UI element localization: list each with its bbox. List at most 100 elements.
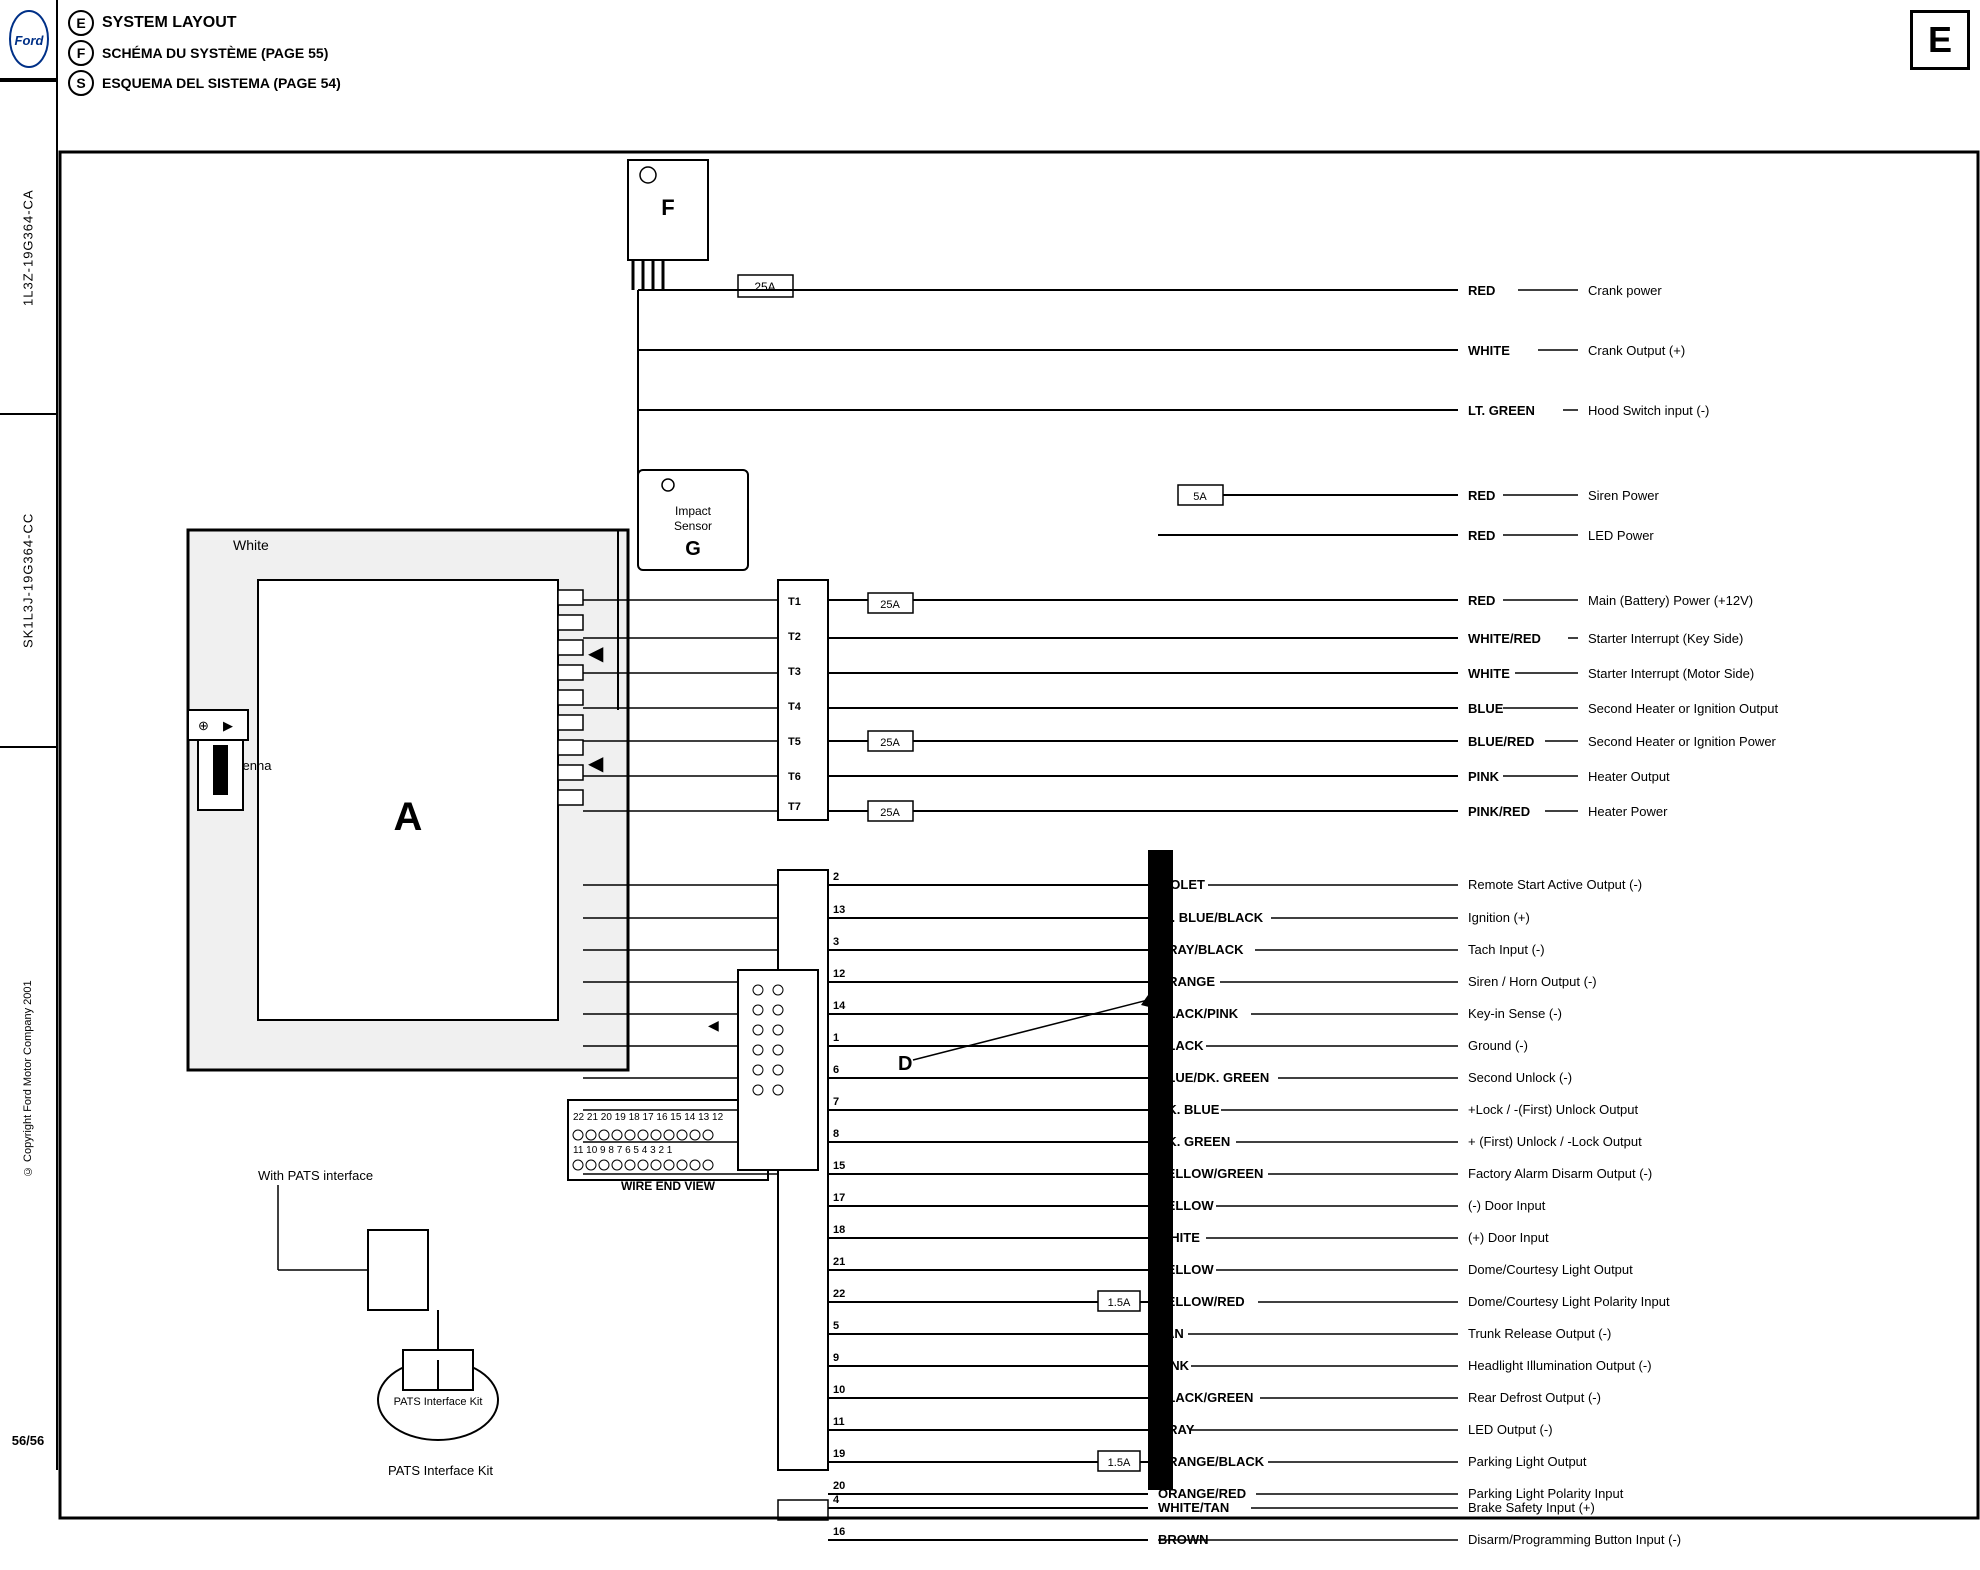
- svg-text:RED: RED: [1468, 488, 1495, 503]
- svg-text:7: 7: [833, 1096, 839, 1108]
- svg-text:A: A: [394, 795, 423, 839]
- svg-text:◀: ◀: [708, 1017, 719, 1033]
- circle-f: F: [68, 40, 94, 66]
- svg-text:Ground (-): Ground (-): [1468, 1038, 1528, 1053]
- schema-title: SCHÉMA DU SYSTÈME (PAGE 55): [102, 45, 328, 61]
- svg-text:D: D: [898, 1053, 912, 1075]
- svg-text:LED Output (-): LED Output (-): [1468, 1422, 1553, 1437]
- svg-text:Rear Defrost Output (-): Rear Defrost Output (-): [1468, 1390, 1601, 1405]
- svg-text:Key-in Sense (-): Key-in Sense (-): [1468, 1006, 1562, 1021]
- svg-text:T3: T3: [788, 666, 801, 678]
- svg-text:T2: T2: [788, 631, 801, 643]
- svg-text:Sensor: Sensor: [674, 519, 712, 533]
- svg-text:Trunk Release Output (-): Trunk Release Output (-): [1468, 1326, 1611, 1341]
- svg-text:DK. GREEN: DK. GREEN: [1158, 1134, 1230, 1149]
- circle-s: S: [68, 70, 94, 96]
- svg-text:13: 13: [833, 904, 845, 916]
- svg-text:Second Heater or Ignition Outp: Second Heater or Ignition Output: [1588, 701, 1778, 716]
- svg-text:Tach Input (-): Tach Input (-): [1468, 942, 1545, 957]
- svg-text:GRAY/BLACK: GRAY/BLACK: [1158, 942, 1244, 957]
- svg-text:WHITE/RED: WHITE/RED: [1468, 631, 1541, 646]
- svg-text:2: 2: [833, 871, 839, 883]
- svg-text:Siren Power: Siren Power: [1588, 488, 1659, 503]
- copyright-text: © Copyright Ford Motor Company 2001: [0, 746, 56, 1410]
- circle-e: E: [68, 10, 94, 36]
- svg-text:BROWN: BROWN: [1158, 1532, 1209, 1547]
- svg-text:With PATS interface: With PATS interface: [258, 1168, 373, 1183]
- svg-text:BLACK: BLACK: [1158, 1038, 1204, 1053]
- svg-text:T5: T5: [788, 736, 801, 748]
- svg-text:16: 16: [833, 1526, 845, 1538]
- svg-text:White: White: [233, 537, 269, 553]
- svg-text:BLACK/PINK: BLACK/PINK: [1158, 1006, 1239, 1021]
- svg-text:18: 18: [833, 1224, 845, 1236]
- svg-text:T4: T4: [788, 701, 802, 713]
- svg-text:17: 17: [833, 1192, 845, 1204]
- svg-text:+ (First) Unlock / -Lock Outpu: + (First) Unlock / -Lock Output: [1468, 1134, 1642, 1149]
- svg-text:+Lock / -(First) Unlock Output: +Lock / -(First) Unlock Output: [1468, 1102, 1639, 1117]
- svg-text:VIOLET: VIOLET: [1158, 877, 1205, 892]
- left-sidebar: Ford 1L3Z-19G364-CA SK1L3J-19G364-CC © C…: [0, 0, 58, 1470]
- svg-text:9: 9: [833, 1352, 839, 1364]
- svg-text:20: 20: [833, 1480, 845, 1492]
- svg-text:◀: ◀: [588, 643, 604, 665]
- ford-logo: Ford: [0, 0, 58, 80]
- svg-text:GRAY: GRAY: [1158, 1422, 1195, 1437]
- svg-text:1.5A: 1.5A: [1108, 1297, 1131, 1309]
- svg-text:YELLOW/RED: YELLOW/RED: [1158, 1294, 1245, 1309]
- svg-text:Remote Start Active Output (-): Remote Start Active Output (-): [1468, 877, 1642, 892]
- svg-text:4: 4: [833, 1494, 840, 1506]
- svg-text:11: 11: [833, 1416, 845, 1428]
- svg-text:Starter Interrupt (Motor Side): Starter Interrupt (Motor Side): [1588, 666, 1754, 681]
- svg-text:Heater Power: Heater Power: [1588, 804, 1668, 819]
- svg-text:WIRE END VIEW: WIRE END VIEW: [621, 1179, 716, 1193]
- svg-text:Disarm/Programming Button Inpu: Disarm/Programming Button Input (-): [1468, 1532, 1681, 1547]
- svg-text:(+) Door Input: (+) Door Input: [1468, 1230, 1549, 1245]
- part-code-2: SK1L3J-19G364-CC: [0, 413, 56, 746]
- header-line-3: S ESQUEMA DEL SISTEMA (PAGE 54): [68, 70, 768, 96]
- svg-text:Headlight Illumination Output: Headlight Illumination Output (-): [1468, 1358, 1652, 1373]
- svg-text:25A: 25A: [754, 280, 775, 294]
- svg-text:Hood Switch input (-): Hood Switch input (-): [1588, 403, 1709, 418]
- svg-text:T6: T6: [788, 771, 801, 783]
- svg-text:PINK/RED: PINK/RED: [1468, 804, 1530, 819]
- svg-text:Crank power: Crank power: [1588, 283, 1662, 298]
- svg-text:YELLOW/GREEN: YELLOW/GREEN: [1158, 1166, 1263, 1181]
- svg-text:Ford: Ford: [15, 33, 45, 48]
- svg-text:BLUE/DK. GREEN: BLUE/DK. GREEN: [1158, 1070, 1269, 1085]
- part-code-1: 1L3Z-19G364-CA: [0, 80, 56, 413]
- svg-text:BLUE: BLUE: [1468, 701, 1504, 716]
- svg-text:Impact: Impact: [675, 504, 712, 518]
- svg-text:YELLOW: YELLOW: [1158, 1262, 1214, 1277]
- svg-text:YELLOW: YELLOW: [1158, 1198, 1214, 1213]
- svg-text:14: 14: [833, 1000, 846, 1012]
- svg-text:ORANGE/RED: ORANGE/RED: [1158, 1486, 1246, 1501]
- svg-text:ORANGE/BLACK: ORANGE/BLACK: [1158, 1454, 1265, 1469]
- svg-text:8: 8: [833, 1128, 839, 1140]
- svg-text:G: G: [685, 538, 701, 560]
- page-number: 56/56: [0, 1410, 56, 1470]
- svg-text:PINK: PINK: [1468, 769, 1500, 784]
- svg-text:LT. GREEN: LT. GREEN: [1468, 403, 1535, 418]
- svg-text:WHITE/TAN: WHITE/TAN: [1158, 1500, 1229, 1515]
- header: E SYSTEM LAYOUT F SCHÉMA DU SYSTÈME (PAG…: [68, 10, 768, 100]
- svg-text:Starter Interrupt (Key Side): Starter Interrupt (Key Side): [1588, 631, 1743, 646]
- svg-text:BLACK/GREEN: BLACK/GREEN: [1158, 1390, 1253, 1405]
- svg-text:◀: ◀: [588, 753, 604, 775]
- svg-text:1: 1: [833, 1032, 839, 1044]
- svg-text:DK. BLUE: DK. BLUE: [1158, 1102, 1220, 1117]
- svg-text:Second Unlock (-): Second Unlock (-): [1468, 1070, 1572, 1085]
- svg-text:⊕: ⊕: [198, 718, 209, 733]
- svg-text:22: 22: [833, 1288, 845, 1300]
- header-line-1: E SYSTEM LAYOUT: [68, 10, 768, 36]
- svg-text:25A: 25A: [880, 807, 900, 819]
- header-line-2: F SCHÉMA DU SYSTÈME (PAGE 55): [68, 40, 768, 66]
- svg-text:5: 5: [833, 1320, 839, 1332]
- svg-text:F: F: [661, 195, 674, 220]
- svg-text:WHITE: WHITE: [1468, 343, 1510, 358]
- svg-text:21: 21: [833, 1256, 845, 1268]
- svg-text:Siren / Horn Output (-): Siren / Horn Output (-): [1468, 974, 1597, 989]
- svg-text:Dome/Courtesy Light Output: Dome/Courtesy Light Output: [1468, 1262, 1633, 1277]
- svg-text:▶: ▶: [223, 718, 233, 733]
- svg-text:TAN: TAN: [1158, 1326, 1184, 1341]
